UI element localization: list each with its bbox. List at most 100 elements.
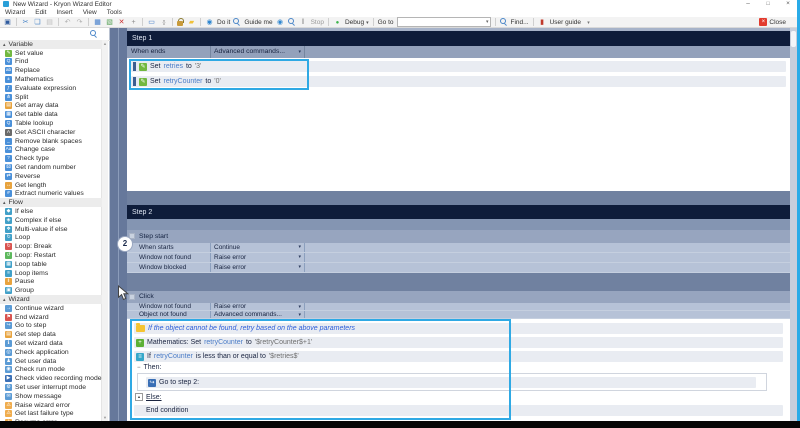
sidebar-item-loop-break[interactable]: ↻Loop: Break	[0, 242, 102, 251]
sidebar-scrollbar[interactable]: ▲ ▼	[101, 40, 108, 421]
param-dropdown[interactable]: Continue	[210, 243, 305, 252]
sidebar-item-get-length[interactable]: ↔Get length	[0, 181, 102, 190]
save-icon[interactable]	[3, 18, 12, 27]
menu-edit[interactable]: Edit	[35, 9, 46, 16]
sidebar-section-variable[interactable]: Variable	[0, 40, 102, 49]
user-guide-button[interactable]: User guide	[550, 19, 581, 26]
sidebar-item-go-to-step[interactable]: ↪Go to step	[0, 322, 102, 331]
command-go-to-step[interactable]: ↪ Go to step 2:	[146, 377, 756, 388]
braces-icon[interactable]	[159, 18, 168, 27]
debug-icon[interactable]	[333, 18, 342, 27]
debug-dropdown[interactable]: Debug	[345, 19, 369, 26]
user-guide-icon[interactable]	[538, 18, 547, 27]
find-button[interactable]: Find...	[511, 19, 529, 26]
sidebar-section-wizard[interactable]: Wizard	[0, 295, 102, 304]
else-branch-row[interactable]: Else:	[135, 393, 162, 401]
sidebar-item-check-video-recording-mode[interactable]: ▶Check video recording mode	[0, 374, 102, 383]
do-it-icon[interactable]	[205, 18, 214, 27]
click-action-icon[interactable]	[117, 285, 130, 306]
menu-insert[interactable]: Insert	[56, 9, 72, 16]
sidebar-item-check-application[interactable]: ◎Check application	[0, 348, 102, 357]
sidebar-item-find[interactable]: QFind	[0, 58, 102, 67]
undo-icon[interactable]	[63, 18, 72, 27]
menu-wizard[interactable]: Wizard	[5, 9, 25, 16]
sidebar-item-raise-wizard-error[interactable]: ⚠Raise wizard error	[0, 401, 102, 410]
cut-icon[interactable]	[21, 18, 30, 27]
lock-icon[interactable]	[177, 18, 184, 27]
find-icon[interactable]	[500, 18, 508, 26]
collapse-minus-icon[interactable]	[137, 364, 141, 371]
sidebar-item-set-user-interrupt-mode[interactable]: ⚙Set user interrupt mode	[0, 383, 102, 392]
copy-icon[interactable]	[33, 18, 42, 27]
scroll-up-icon[interactable]: ▲	[102, 41, 108, 46]
menu-tools[interactable]: Tools	[107, 9, 122, 16]
expand-else-icon[interactable]	[135, 393, 143, 401]
param-dropdown[interactable]: Raise error	[210, 303, 305, 310]
command-set-retrycounter[interactable]: ✎ Set retryCounter to '0'	[131, 76, 786, 87]
sidebar-item-extract-numeric-values[interactable]: #Extract numeric values	[0, 190, 102, 199]
sidebar-item-get-random-number[interactable]: ⚄Get random number	[0, 163, 102, 172]
sidebar-item-continue-wizard[interactable]: →Continue wizard	[0, 304, 102, 313]
sidebar-item-pause[interactable]: ‖Pause	[0, 278, 102, 287]
command-set-retries[interactable]: ✎ Set retries to '3'	[131, 61, 786, 72]
sidebar-item-get-last-failure-type[interactable]: ⚠Get last failure type	[0, 409, 102, 418]
insert-image-icon[interactable]	[105, 18, 114, 27]
sidebar-item-check-run-mode[interactable]: ◉Check run mode	[0, 365, 102, 374]
sidebar-item-get-array-data[interactable]: ▤Get array data	[0, 102, 102, 111]
guide-me-button[interactable]: Guide me	[244, 19, 272, 26]
sidebar-item-check-type[interactable]: ?Check type	[0, 154, 102, 163]
close-wizard-button[interactable]: Close	[759, 18, 786, 26]
param-dropdown[interactable]: Raise error	[210, 253, 305, 262]
sidebar-item-set-value[interactable]: ✎Set value	[0, 49, 102, 58]
minimize-icon[interactable]	[738, 0, 758, 8]
command-mathematics[interactable]: + Mathematics: Set retryCounter to '$ret…	[134, 337, 783, 348]
canvas-scrollbar[interactable]	[790, 28, 797, 421]
step-number-badge[interactable]: 2	[117, 236, 133, 252]
sidebar-item-complex-if-else[interactable]: ◈Complex if else	[0, 216, 102, 225]
variable-link[interactable]: retryCounter	[164, 78, 203, 85]
insert-table-icon[interactable]	[93, 18, 102, 27]
select-region-icon[interactable]	[147, 18, 156, 27]
section-click[interactable]: Click	[127, 291, 790, 303]
delete-icon[interactable]	[117, 18, 126, 27]
sidebar-item-loop-table[interactable]: ▦Loop table	[0, 260, 102, 269]
sidebar-item-remove-blank-spaces[interactable]: _Remove blank spaces	[0, 137, 102, 146]
scrollbar-thumb[interactable]	[791, 31, 796, 47]
sidebar-item-multi-value-if-else[interactable]: ❖Multi-value if else	[0, 225, 102, 234]
step1-header[interactable]: Step 1	[127, 31, 790, 46]
sidebar-item-reverse[interactable]: ⇄Reverse	[0, 172, 102, 181]
when-ends-dropdown[interactable]: Advanced commands...	[210, 46, 305, 58]
section-step-start[interactable]: Step start	[127, 230, 790, 243]
then-branch-row[interactable]: Then:	[137, 364, 161, 371]
param-dropdown[interactable]: Advanced commands...	[210, 311, 305, 318]
sidebar-item-group[interactable]: ▣Group	[0, 286, 102, 295]
move-icon[interactable]	[129, 18, 138, 27]
maximize-icon[interactable]	[758, 0, 778, 8]
comment-row[interactable]: If the object cannot be found, retry bas…	[134, 323, 783, 334]
close-window-icon[interactable]	[778, 0, 798, 8]
variable-link[interactable]: retryCounter	[204, 339, 243, 346]
sidebar-item-end-wizard[interactable]: ⚑End wizard	[0, 313, 102, 322]
run-step-icon[interactable]	[276, 18, 285, 27]
variable-link[interactable]: retryCounter	[154, 353, 193, 360]
redo-icon[interactable]	[75, 18, 84, 27]
command-if-condition[interactable]: ≡ If retryCounter is less than or equal …	[134, 351, 783, 362]
guide-me-icon[interactable]	[233, 18, 241, 26]
sidebar-section-flow[interactable]: Flow	[0, 198, 102, 207]
sidebar-item-replace[interactable]: abReplace	[0, 66, 102, 75]
variable-link[interactable]: retries	[164, 63, 183, 70]
sidebar-item-get-table-data[interactable]: ▦Get table data	[0, 110, 102, 119]
sidebar-item-mathematics[interactable]: ±Mathematics	[0, 75, 102, 84]
menu-view[interactable]: View	[83, 9, 97, 16]
do-it-button[interactable]: Do it	[217, 19, 230, 26]
sidebar-item-get-ascii-character[interactable]: AGet ASCII character	[0, 128, 102, 137]
goto-input[interactable]	[397, 17, 491, 27]
sidebar-item-get-step-data[interactable]: ▤Get step data	[0, 330, 102, 339]
param-dropdown[interactable]: Raise error	[210, 263, 305, 272]
inspect-icon[interactable]	[288, 18, 296, 26]
step2-header[interactable]: Step 2	[127, 205, 790, 219]
paste-icon[interactable]	[45, 18, 54, 27]
sidebar-item-loop[interactable]: ↻Loop	[0, 234, 102, 243]
folder-icon[interactable]	[187, 18, 196, 27]
sidebar-item-get-wizard-data[interactable]: ℹGet wizard data	[0, 339, 102, 348]
